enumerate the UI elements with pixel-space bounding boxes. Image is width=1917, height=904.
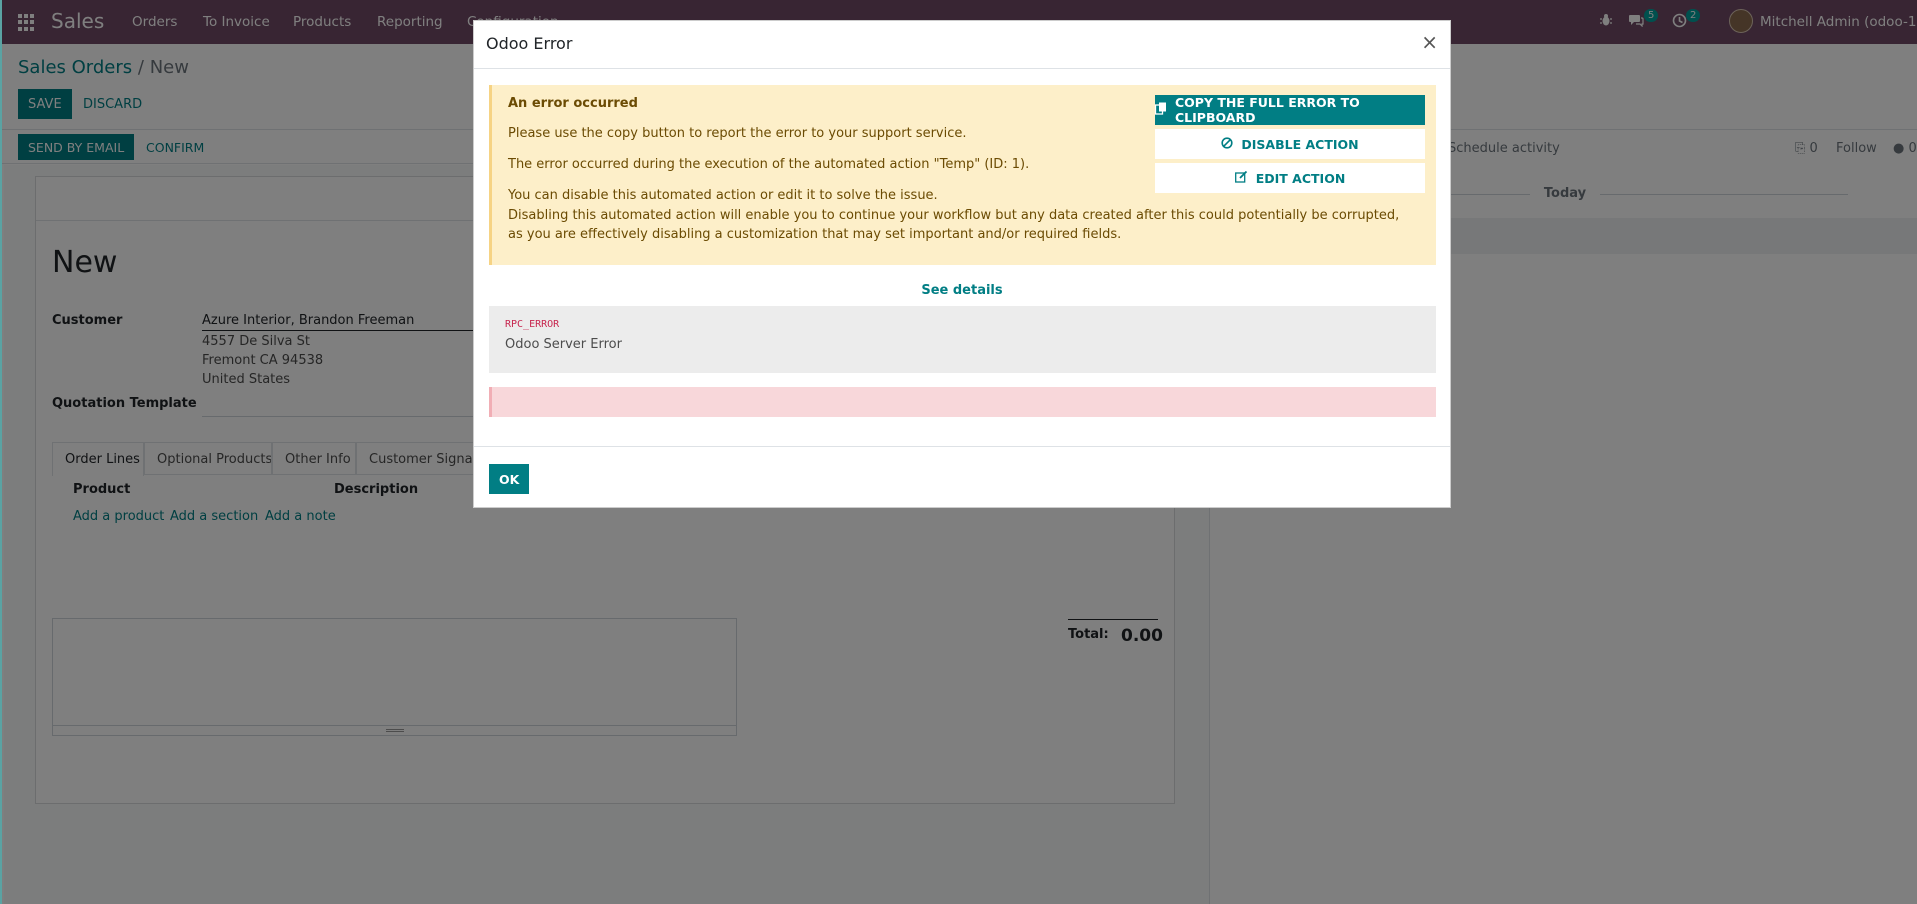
- error-alert: An error occurred Please use the copy bu…: [489, 85, 1436, 265]
- alert-line-disable: You can disable this automated action or…: [508, 188, 938, 203]
- alert-line-copy: Please use the copy button to report the…: [508, 126, 967, 141]
- error-dialog: Odoo Error × An error occurred Please us…: [473, 20, 1451, 508]
- ban-icon: [1221, 136, 1233, 152]
- copy-error-button[interactable]: COPY THE FULL ERROR TO CLIPBOARD: [1154, 95, 1425, 125]
- edit-action-button[interactable]: EDIT ACTION: [1155, 163, 1425, 193]
- disable-action-button[interactable]: DISABLE ACTION: [1155, 129, 1425, 159]
- see-details-link[interactable]: See details: [474, 283, 1450, 298]
- dialog-header: Odoo Error ×: [474, 21, 1450, 69]
- error-traceback: [489, 387, 1436, 417]
- alert-title: An error occurred: [508, 96, 638, 111]
- error-details: RPC_ERROR Odoo Server Error: [489, 306, 1436, 373]
- edit-action-label: EDIT ACTION: [1255, 170, 1346, 186]
- app-root: Sales Orders To Invoice Products Reporti…: [0, 0, 1917, 904]
- error-code: RPC_ERROR: [505, 319, 560, 330]
- alert-line-execution: The error occurred during the execution …: [508, 157, 1030, 172]
- alert-line-warning: Disabling this automated action will ena…: [508, 208, 1400, 242]
- edit-icon: [1234, 170, 1248, 186]
- ok-button[interactable]: OK: [489, 464, 530, 494]
- close-icon[interactable]: ×: [1421, 30, 1438, 54]
- clipboard-icon: [1154, 102, 1167, 118]
- dialog-footer: OK: [474, 446, 1450, 508]
- copy-error-label: COPY THE FULL ERROR TO CLIPBOARD: [1175, 95, 1360, 125]
- error-message: Odoo Server Error: [505, 337, 622, 352]
- dialog-title: Odoo Error: [486, 34, 573, 53]
- disable-action-label: DISABLE ACTION: [1241, 136, 1359, 152]
